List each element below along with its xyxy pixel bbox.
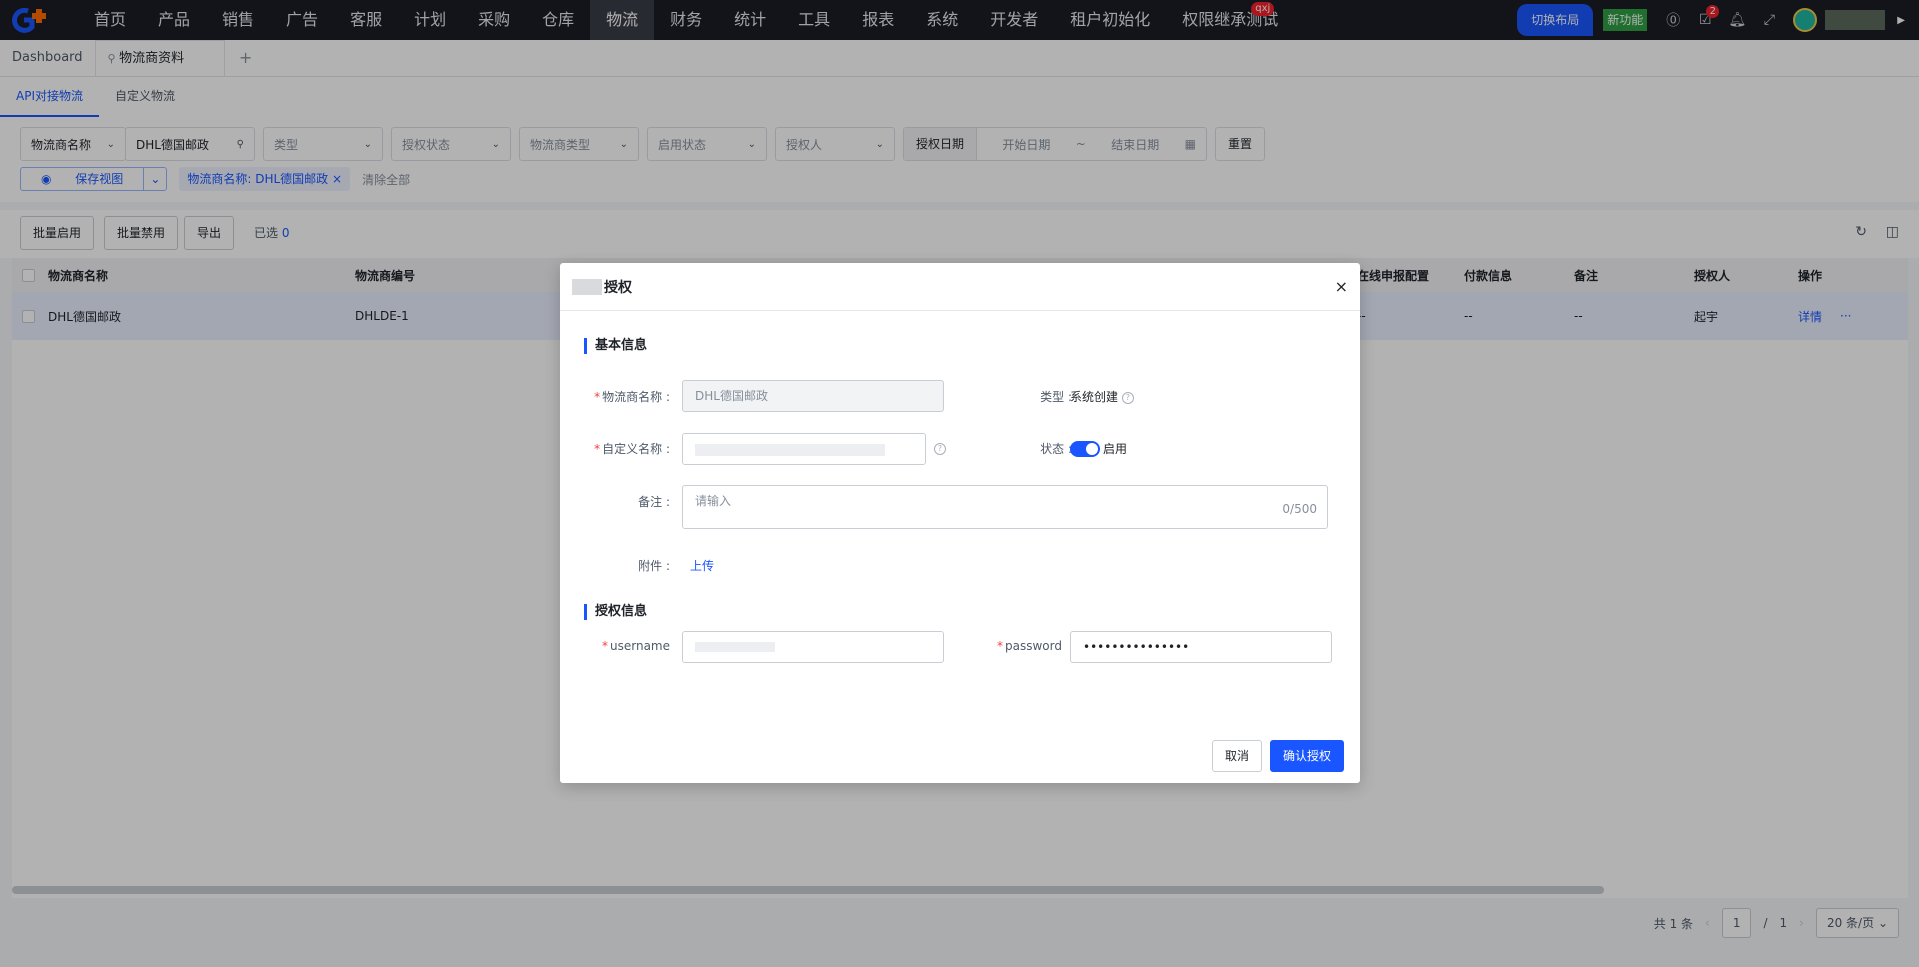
username-label-text: username	[610, 639, 670, 653]
title-redacted	[572, 278, 602, 295]
carrier-name-label-text: 物流商名称 :	[602, 390, 670, 404]
remark-textarea[interactable]: 请输入 0/500	[682, 485, 1328, 529]
authorize-dialog: 授权 × 基本信息 * 物流商名称 : DHL德国邮政 类型 : 系统创建 ? *…	[560, 263, 1360, 783]
custom-name-label: * 自定义名称 :	[594, 442, 670, 456]
upload-link[interactable]: 上传	[690, 557, 714, 574]
custom-name-redacted	[695, 444, 885, 456]
attachment-label: 附件 :	[638, 559, 670, 573]
carrier-name-label: * 物流商名称 :	[594, 390, 670, 404]
username-field[interactable]	[682, 631, 944, 663]
section-auth-info: 授权信息	[584, 604, 647, 620]
type-label: 类型 :	[1040, 390, 1072, 404]
close-icon[interactable]: ×	[1335, 277, 1348, 296]
section-basic-info: 基本信息	[584, 338, 647, 354]
type-value: 系统创建 ?	[1070, 388, 1134, 405]
status-value: 启用	[1103, 442, 1128, 456]
username-label: * username	[602, 639, 670, 653]
custom-name-field[interactable]	[682, 433, 926, 465]
dialog-header: 授权	[560, 263, 1360, 311]
status-label: 状态 :	[1040, 442, 1072, 456]
help-icon[interactable]: ?	[934, 443, 946, 455]
remark-placeholder: 请输入	[695, 494, 732, 508]
username-redacted	[695, 642, 775, 652]
status-toggle[interactable]	[1070, 441, 1100, 457]
password-label-text: password	[1005, 639, 1062, 653]
password-label: * password	[997, 639, 1062, 653]
cancel-button[interactable]: 取消	[1212, 740, 1263, 772]
password-field[interactable]: •••••••••••••••	[1070, 631, 1332, 663]
carrier-name-field[interactable]: DHL德国邮政	[682, 380, 944, 412]
dialog-title: 授权	[604, 279, 632, 296]
type-value-text: 系统创建	[1070, 390, 1119, 404]
help-icon[interactable]: ?	[1121, 391, 1134, 404]
custom-name-label-text: 自定义名称 :	[602, 442, 670, 456]
remark-counter: 0/500	[1282, 502, 1317, 516]
confirm-authorize-button[interactable]: 确认授权	[1270, 740, 1345, 772]
remark-label: 备注 :	[638, 495, 670, 509]
